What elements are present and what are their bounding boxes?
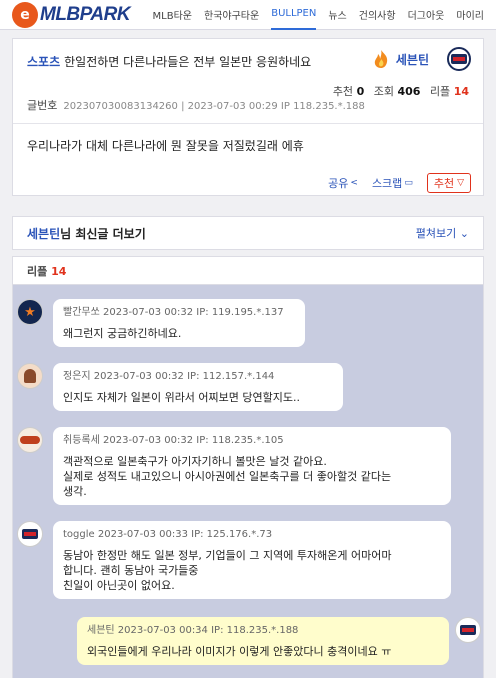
- reply-header: 빨간무쏘 2023-07-03 00:32 IP: 119.195.*.137: [63, 305, 295, 320]
- replies-list: 빨간무쏘 2023-07-03 00:32 IP: 119.195.*.137 …: [12, 284, 484, 678]
- reply-author[interactable]: toggle: [63, 529, 95, 540]
- my-reply-bubble: 세븐틴 2023-07-03 00:34 IP: 118.235.*.188 외…: [77, 617, 449, 665]
- nav-news[interactable]: 뉴스: [328, 0, 346, 30]
- recommend-label: 추천: [433, 177, 455, 190]
- reply-bubble: 취등록세 2023-07-03 00:32 IP: 118.235.*.105 …: [53, 427, 451, 505]
- latest-posts-title: 세븐틴님 최신글 더보기: [27, 225, 146, 242]
- article-meta: 글번호 202307030083134260 | 2023-07-03 00:29…: [27, 97, 365, 113]
- nav-bullpen[interactable]: BULLPEN: [271, 0, 317, 30]
- article-title: 스포츠 한일전하면 다른나라들은 전부 일본만 응원하네요: [27, 53, 311, 70]
- team-logo-icon: [447, 47, 471, 71]
- article-actions: 공유 < 스크랩 ▭ 추천 ▽: [314, 173, 471, 193]
- reply-header: 정은지 2023-07-03 00:32 IP: 112.157.*.144: [63, 369, 333, 384]
- avatar[interactable]: [455, 617, 481, 643]
- nav-my[interactable]: 마이리: [456, 0, 484, 30]
- reply-meta: 2023-07-03 00:32 IP: 118.235.*.105: [103, 435, 284, 446]
- scrap-icon: ▭: [404, 178, 413, 188]
- post-meta-text: 202307030083134260 | 2023-07-03 00:29 IP…: [63, 101, 365, 112]
- article-title-text: 한일전하면 다른나라들은 전부 일본만 응원하네요: [64, 55, 312, 69]
- nav-suggestions[interactable]: 건의사항: [359, 0, 396, 30]
- avatar[interactable]: [17, 427, 43, 453]
- replies-header-label: 리플: [27, 265, 48, 278]
- reply-header: 취등록세 2023-07-03 00:32 IP: 118.235.*.105: [63, 433, 441, 448]
- replies-header-count: 14: [51, 265, 67, 278]
- reply-text: 왜그런지 궁금하긴하네요.: [63, 327, 182, 340]
- article-category[interactable]: 스포츠: [27, 55, 60, 69]
- replies-header: 리플 14: [12, 256, 484, 284]
- nav-mlb-town[interactable]: MLB타운: [153, 0, 192, 30]
- reply-author[interactable]: 취등록세: [63, 435, 100, 446]
- views-count: 406: [397, 85, 421, 98]
- share-button[interactable]: 공유 <: [328, 175, 358, 191]
- divider: [13, 123, 483, 124]
- author-name[interactable]: 세븐틴: [396, 51, 429, 68]
- avatar[interactable]: [17, 299, 43, 325]
- replies-label: 리플: [429, 85, 451, 98]
- nav-kbo-town[interactable]: 한국야구타운: [204, 0, 259, 30]
- latest-author-name: 세븐틴: [27, 226, 61, 241]
- share-icon: <: [350, 178, 358, 188]
- reply-header: 세븐틴 2023-07-03 00:34 IP: 118.235.*.188: [87, 623, 439, 638]
- author-info: 세븐틴: [370, 47, 471, 71]
- avatar[interactable]: [17, 363, 43, 389]
- top-bar: e MLBPARK MLB타운 한국야구타운 BULLPEN 뉴스 건의사항 더…: [0, 0, 496, 30]
- reply-bubble: toggle 2023-07-03 00:33 IP: 125.176.*.73…: [53, 521, 451, 599]
- replies-count: 14: [453, 85, 469, 98]
- avatar[interactable]: [17, 521, 43, 547]
- logo-text: MLBPARK: [40, 3, 131, 25]
- reply-author[interactable]: 빨간무쏘: [63, 307, 100, 318]
- logo-mark: e: [12, 1, 38, 28]
- reply-meta: 2023-07-03 00:32 IP: 112.157.*.144: [93, 371, 275, 382]
- main-nav: MLB타운 한국야구타운 BULLPEN 뉴스 건의사항 더그아웃 마이리: [153, 0, 496, 30]
- reply-bubble: 정은지 2023-07-03 00:32 IP: 112.157.*.144 인…: [53, 363, 343, 411]
- scrap-label: 스크랩: [371, 177, 403, 190]
- reply-text: 외국인들에게 우리나라 이미지가 이렇게 안좋았다니 충격이네요 ㅠ: [87, 645, 392, 658]
- reply-author[interactable]: 세븐틴: [87, 625, 115, 636]
- article-box: 스포츠 한일전하면 다른나라들은 전부 일본만 응원하네요 세븐틴 추천 0 조회…: [12, 38, 484, 196]
- expand-button[interactable]: 펼쳐보기 ⌄: [416, 225, 469, 241]
- reply-meta: 2023-07-03 00:34 IP: 118.235.*.188: [117, 625, 299, 636]
- reply-text: 객관적으로 일본축구가 아기자기하니 볼맛은 날것 같아요. 실제로 성적도 내…: [63, 455, 392, 498]
- nav-dugout[interactable]: 더그아웃: [408, 0, 445, 30]
- reply-header: toggle 2023-07-03 00:33 IP: 125.176.*.73: [63, 527, 441, 542]
- site-logo[interactable]: e MLBPARK: [12, 1, 131, 28]
- reply-meta: 2023-07-03 00:32 IP: 119.195.*.137: [103, 307, 284, 318]
- reply-text: 동남아 한정만 해도 일본 정부, 기업들이 그 지역에 투자해온게 어마어마 …: [63, 549, 392, 592]
- share-label: 공유: [328, 177, 349, 190]
- latest-suffix: 님 최신글 더보기: [60, 226, 146, 241]
- author-latest-posts: 세븐틴님 최신글 더보기 펼쳐보기 ⌄: [12, 216, 484, 250]
- fire-icon: [374, 50, 388, 68]
- reply-author[interactable]: 정은지: [63, 371, 91, 382]
- scrap-button[interactable]: 스크랩 ▭: [372, 175, 413, 191]
- post-number-label: 글번호: [27, 99, 58, 112]
- article-body: 우리나라가 대체 다른나라에 뭔 잘못을 저질렀길래 에휴: [27, 139, 304, 153]
- reply-bubble: 빨간무쏘 2023-07-03 00:32 IP: 119.195.*.137 …: [53, 299, 305, 347]
- thumb-icon: ▽: [457, 178, 464, 188]
- reply-text: 인지도 자체가 일본이 위라서 어찌보면 당연할지도..: [63, 391, 300, 404]
- views-label: 조회: [373, 85, 394, 98]
- recommend-button[interactable]: 추천 ▽: [426, 173, 471, 193]
- reply-meta: 2023-07-03 00:33 IP: 125.176.*.73: [97, 529, 273, 540]
